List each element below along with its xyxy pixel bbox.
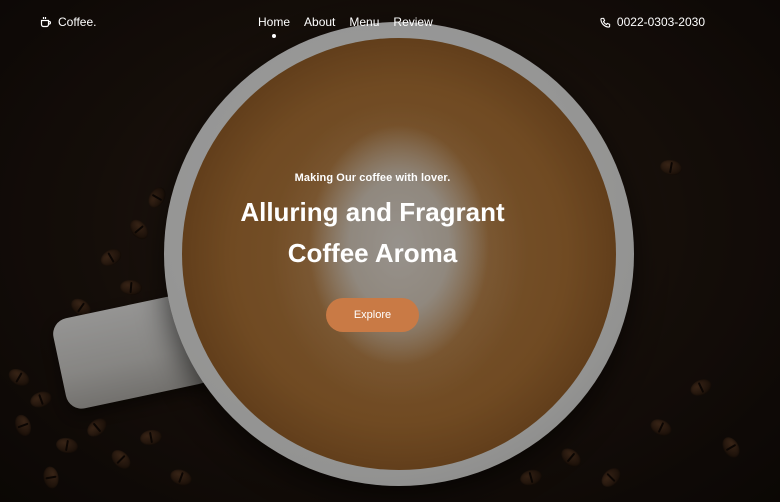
brand-logo[interactable]: Coffee. bbox=[40, 15, 96, 29]
headline-line-1: Alluring and Fragrant bbox=[240, 197, 505, 227]
hero-section: Coffee. Home About Menu Review 0022-0303… bbox=[0, 0, 780, 502]
nav-link-menu[interactable]: Menu bbox=[349, 15, 379, 29]
coffee-cup-icon bbox=[40, 16, 52, 28]
nav-link-review[interactable]: Review bbox=[393, 15, 432, 29]
hero-headline: Alluring and Fragrant Coffee Aroma bbox=[0, 192, 745, 274]
navbar: Coffee. Home About Menu Review 0022-0303… bbox=[0, 0, 780, 46]
nav-link-about[interactable]: About bbox=[304, 15, 335, 29]
explore-button[interactable]: Explore bbox=[326, 298, 419, 332]
phone-icon bbox=[600, 17, 611, 28]
phone-contact[interactable]: 0022-0303-2030 bbox=[600, 15, 705, 29]
phone-number: 0022-0303-2030 bbox=[616, 15, 705, 29]
brand-name: Coffee. bbox=[58, 15, 97, 29]
nav-link-home[interactable]: Home bbox=[258, 15, 290, 38]
hero-text: Making Our coffee with lover. Alluring a… bbox=[0, 172, 745, 274]
hero-tagline: Making Our coffee with lover. bbox=[294, 172, 451, 184]
nav-menu: Home About Menu Review bbox=[258, 15, 433, 38]
headline-line-2: Coffee Aroma bbox=[287, 238, 458, 268]
